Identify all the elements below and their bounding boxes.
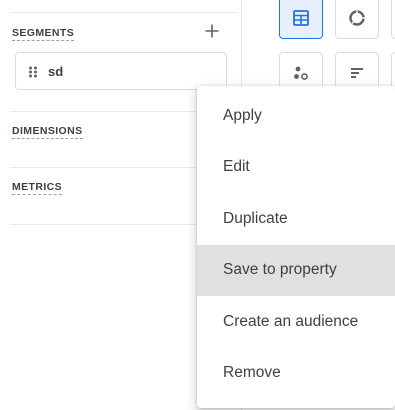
drag-handle-icon[interactable] (28, 66, 38, 78)
menu-item-save-to-property[interactable]: Save to property (197, 244, 395, 296)
donut-chart-icon (349, 10, 365, 26)
add-segment-button[interactable] (201, 20, 223, 42)
plus-icon (205, 24, 219, 38)
table-visualization-button[interactable] (279, 0, 323, 39)
menu-item-remove[interactable]: Remove (197, 348, 395, 400)
top-divider (10, 12, 238, 13)
metrics-section-label: METRICS (12, 181, 63, 195)
menu-item-label: Apply (223, 106, 262, 124)
donut-chart-visualization-button[interactable] (335, 0, 379, 39)
segment-context-menu: Apply Edit Duplicate Save to property Cr… (197, 86, 395, 408)
segment-chip-sd[interactable]: sd (15, 52, 227, 90)
dimensions-section-label: DIMENSIONS (12, 125, 83, 139)
menu-item-create-audience[interactable]: Create an audience (197, 296, 395, 348)
table-icon (293, 10, 309, 26)
segments-section-label: SEGMENTS (12, 27, 75, 41)
menu-item-label: Remove (223, 364, 281, 382)
menu-item-edit[interactable]: Edit (197, 142, 395, 194)
menu-item-apply[interactable]: Apply (197, 90, 395, 142)
menu-item-duplicate[interactable]: Duplicate (197, 193, 395, 245)
menu-item-label: Duplicate (223, 209, 288, 227)
menu-item-label: Edit (223, 158, 250, 176)
segment-name: sd (48, 64, 64, 79)
menu-item-label: Create an audience (223, 312, 359, 330)
menu-item-label: Save to property (223, 261, 337, 279)
more-visualization-button[interactable] (391, 0, 395, 39)
scatter-plot-icon (294, 66, 308, 80)
bar-chart-icon (351, 68, 363, 78)
